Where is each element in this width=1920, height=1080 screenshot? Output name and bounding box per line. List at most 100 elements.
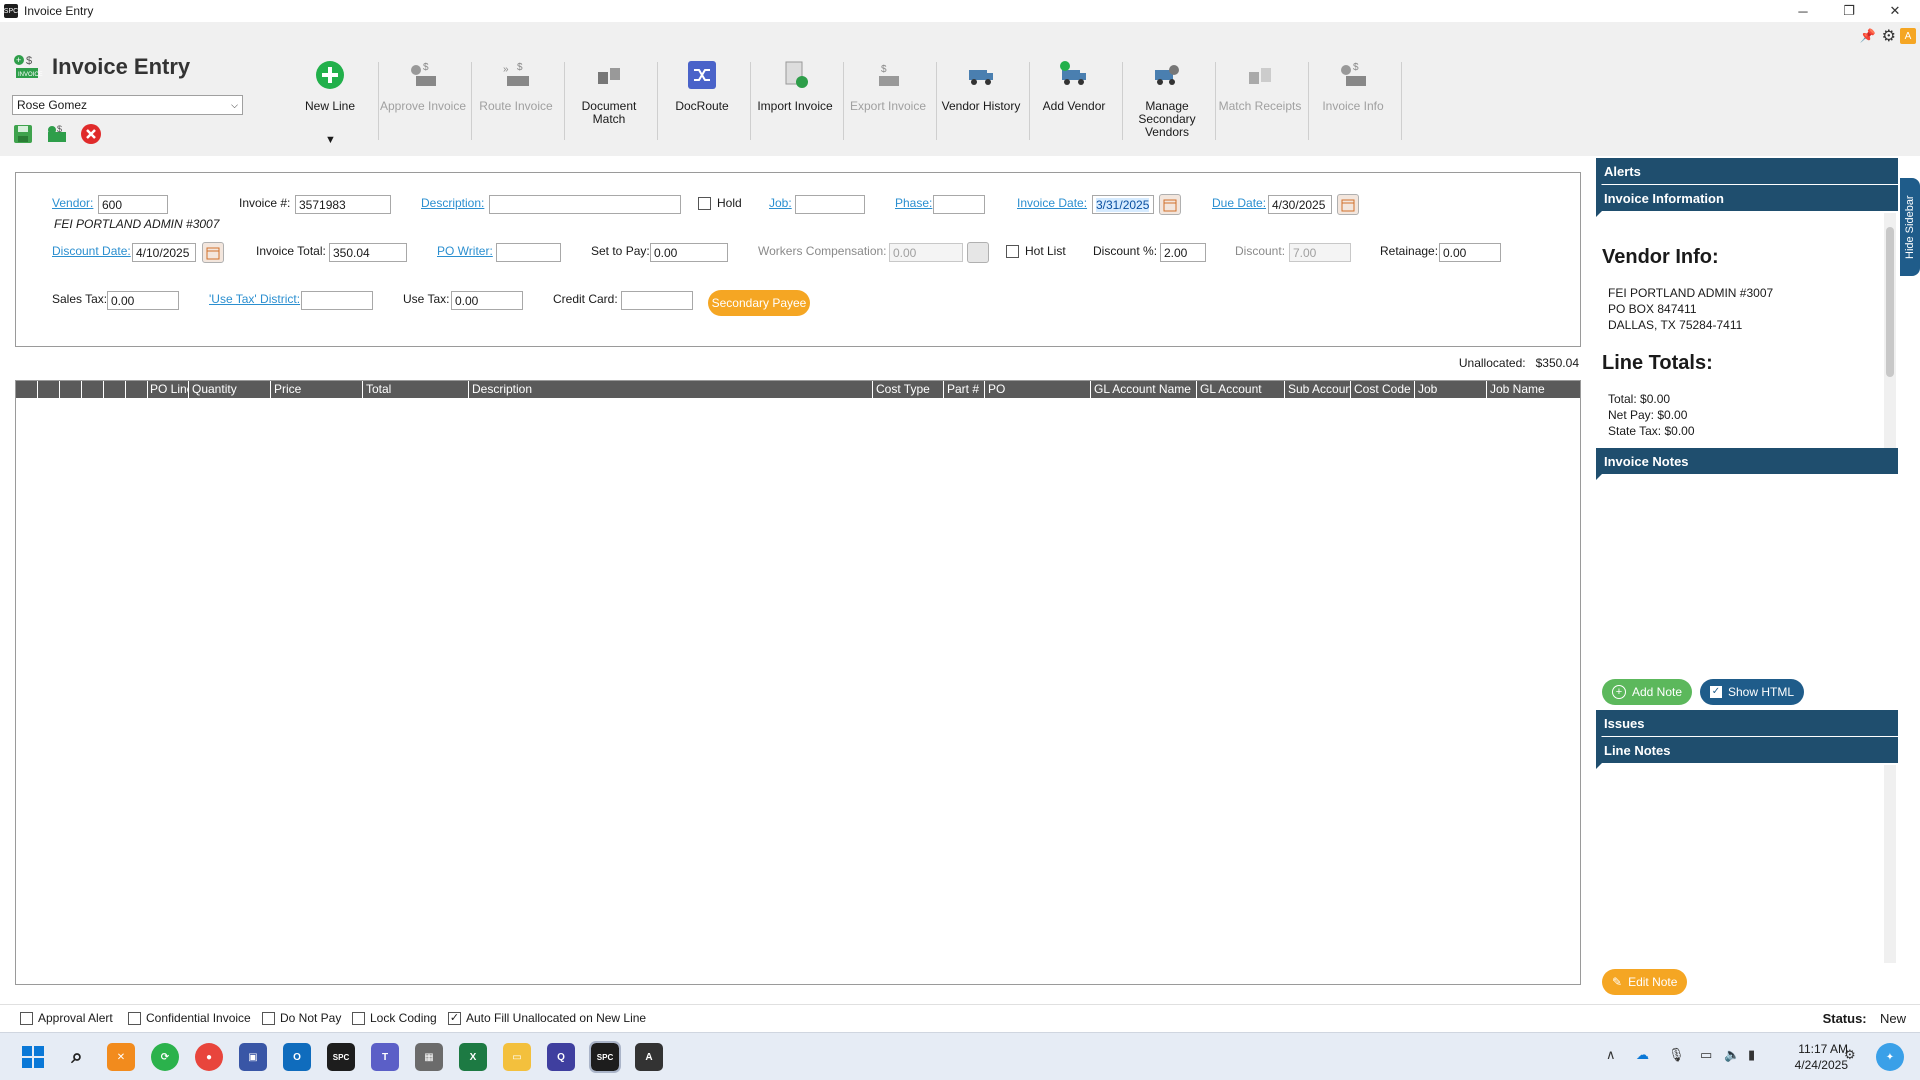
manage-secondary-vendors-button[interactable]: Manage Secondary Vendors: [1122, 60, 1212, 150]
credit-card-field[interactable]: [621, 291, 693, 310]
show-html-toggle[interactable]: ✓ Show HTML: [1700, 679, 1805, 705]
grid-col-cost-code[interactable]: Cost Code: [1351, 381, 1415, 398]
invoice-notes-header[interactable]: Invoice Notes: [1596, 448, 1898, 480]
add-note-button[interactable]: + Add Note: [1602, 679, 1693, 705]
excel-icon[interactable]: X: [459, 1043, 487, 1071]
save-icon[interactable]: [12, 123, 34, 145]
add-vendor-button[interactable]: Add Vendor: [1029, 60, 1119, 150]
match-receipts-button[interactable]: Match Receipts: [1215, 60, 1305, 150]
app-icon-blue[interactable]: ▣: [239, 1043, 267, 1071]
discount-date-link[interactable]: Discount Date:: [52, 244, 131, 258]
grid-col-header[interactable]: [104, 381, 126, 398]
sales-tax-field[interactable]: 0.00: [107, 291, 179, 310]
spc-active-icon[interactable]: SPC: [589, 1041, 621, 1073]
gear-icon[interactable]: ⚙: [1882, 26, 1896, 46]
grid-col-quantity[interactable]: Quantity: [189, 381, 271, 398]
grid-col-header[interactable]: [60, 381, 82, 398]
description-link[interactable]: Description:: [421, 196, 484, 210]
copilot-icon[interactable]: ✦: [1876, 1043, 1904, 1071]
battery-icon[interactable]: ▮: [1748, 1047, 1755, 1063]
approve-invoice-button[interactable]: $ Approve Invoice: [378, 60, 468, 150]
spc-icon[interactable]: SPC: [327, 1043, 355, 1071]
calendar-icon[interactable]: [1337, 194, 1359, 215]
teams-icon[interactable]: T: [371, 1043, 399, 1071]
info-scrollbar[interactable]: [1884, 213, 1896, 448]
calendar-icon[interactable]: [202, 242, 224, 263]
grid-col-header[interactable]: [38, 381, 60, 398]
set-to-pay-field[interactable]: 0.00: [650, 243, 728, 262]
grid-col-po[interactable]: PO: [985, 381, 1091, 398]
app-icon-orange[interactable]: ✕: [107, 1043, 135, 1071]
due-date-link[interactable]: Due Date:: [1212, 196, 1266, 210]
new-line-dropdown-arrow[interactable]: ▼: [325, 134, 336, 146]
grid-col-header[interactable]: [82, 381, 104, 398]
file-explorer-icon[interactable]: ▭: [503, 1043, 531, 1071]
vendor-link[interactable]: Vendor:: [52, 196, 93, 210]
user-select[interactable]: Rose Gomez ⌵: [12, 95, 243, 115]
clock[interactable]: 11:17 AM 4/24/2025: [1795, 1041, 1848, 1073]
volume-icon[interactable]: 🔈: [1724, 1047, 1740, 1063]
windows-start-icon[interactable]: [19, 1043, 47, 1071]
minimize-button[interactable]: ─: [1780, 0, 1826, 22]
alerts-header[interactable]: Alerts: [1596, 158, 1898, 190]
use-tax-district-field[interactable]: [301, 291, 373, 310]
po-writer-field[interactable]: [496, 243, 561, 262]
outlook-icon[interactable]: O: [283, 1043, 311, 1071]
vendor-field[interactable]: 600: [98, 195, 168, 214]
app-icon-green[interactable]: ⟳: [151, 1043, 179, 1071]
notification-bell-icon[interactable]: ⚙: [1844, 1047, 1856, 1063]
microphone-icon[interactable]: 🎙: [1668, 1047, 1685, 1063]
grid-col-total[interactable]: Total: [363, 381, 469, 398]
app-icon-purple[interactable]: Q: [547, 1043, 575, 1071]
lock-coding-option[interactable]: Lock Coding: [352, 1011, 437, 1025]
invoice-number-field[interactable]: 3571983: [295, 195, 391, 214]
restore-button[interactable]: ❐: [1826, 0, 1872, 22]
discount-pct-field[interactable]: 2.00: [1160, 243, 1206, 262]
due-date-field[interactable]: 4/30/2025: [1268, 195, 1332, 214]
grid-col-description[interactable]: Description: [469, 381, 873, 398]
docroute-button[interactable]: DocRoute: [657, 60, 747, 150]
phase-link[interactable]: Phase:: [895, 196, 932, 210]
chrome-icon[interactable]: ●: [195, 1043, 223, 1071]
search-icon[interactable]: ⌕: [63, 1043, 91, 1071]
line-notes-scrollbar[interactable]: [1884, 765, 1896, 963]
confidential-invoice-option[interactable]: Confidential Invoice: [128, 1011, 251, 1025]
job-link[interactable]: Job:: [769, 196, 792, 210]
line-notes-header[interactable]: Line Notes: [1596, 737, 1898, 769]
export-invoice-button[interactable]: $ Export Invoice: [843, 60, 933, 150]
description-field[interactable]: [489, 195, 681, 214]
grid-col-job[interactable]: Job: [1415, 381, 1487, 398]
route-invoice-button[interactable]: » $ Route Invoice: [471, 60, 561, 150]
edit-note-button[interactable]: ✎ Edit Note: [1602, 969, 1688, 995]
cancel-icon[interactable]: [80, 123, 102, 145]
grid-col-sub-account[interactable]: Sub Account: [1285, 381, 1351, 398]
hot-list-checkbox[interactable]: [1006, 245, 1019, 258]
phase-field[interactable]: [933, 195, 985, 214]
grid-col-price[interactable]: Price: [271, 381, 363, 398]
grid-col-cost-type[interactable]: Cost Type: [873, 381, 944, 398]
hide-sidebar-tab[interactable]: Hide Sidebar: [1900, 178, 1920, 276]
grid-col-header[interactable]: [126, 381, 148, 398]
discount-date-field[interactable]: 4/10/2025: [132, 243, 196, 262]
pin-icon[interactable]: 📌: [1860, 28, 1876, 44]
use-tax-district-link[interactable]: 'Use Tax' District:: [209, 292, 300, 306]
invoice-date-link[interactable]: Invoice Date:: [1017, 196, 1087, 210]
vendor-history-button[interactable]: Vendor History: [936, 60, 1026, 150]
import-invoice-button[interactable]: Import Invoice: [750, 60, 840, 150]
save-and-new-icon[interactable]: $: [46, 123, 68, 145]
do-not-pay-checkbox[interactable]: [262, 1011, 275, 1025]
secondary-payee-button[interactable]: Secondary Payee: [708, 290, 810, 316]
grid-col-job-name[interactable]: Job Name: [1487, 381, 1582, 398]
lock-coding-checkbox[interactable]: [352, 1011, 365, 1025]
pdf-icon[interactable]: A: [635, 1043, 663, 1071]
po-writer-link[interactable]: PO Writer:: [437, 244, 493, 258]
invoice-total-field[interactable]: 350.04: [329, 243, 407, 262]
confidential-invoice-checkbox[interactable]: [128, 1011, 141, 1025]
display-icon[interactable]: ▭: [1700, 1047, 1712, 1063]
retainage-field[interactable]: 0.00: [1439, 243, 1501, 262]
auto-fill-option[interactable]: ✓ Auto Fill Unallocated on New Line: [448, 1011, 646, 1025]
cloud-icon[interactable]: ☁: [1636, 1047, 1649, 1063]
grid-col-gl-account[interactable]: GL Account: [1197, 381, 1285, 398]
issues-header[interactable]: Issues: [1596, 710, 1898, 742]
invoice-lines-grid[interactable]: PO Line Quantity Price Total Description…: [15, 380, 1581, 985]
